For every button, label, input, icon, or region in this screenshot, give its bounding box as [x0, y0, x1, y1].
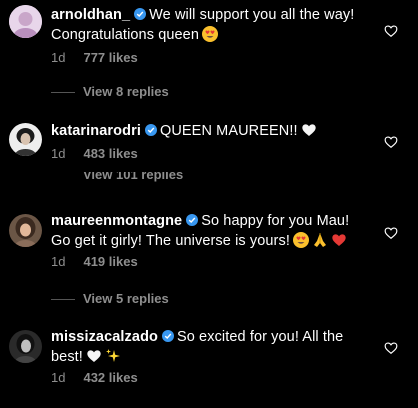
comment-text: maureenmontagne So happy for you Mau! Go …: [51, 211, 371, 251]
sparkles-emoji-icon: [105, 349, 120, 362]
avatar[interactable]: [9, 123, 42, 156]
username[interactable]: maureenmontagne: [51, 213, 182, 229]
likes-count[interactable]: 419 likes: [83, 254, 137, 269]
avatar[interactable]: [9, 5, 42, 38]
heart-outline-icon[interactable]: [384, 24, 398, 38]
timestamp: 1d: [51, 50, 66, 65]
comment-meta: 1d 419 likes: [51, 254, 138, 269]
avatar[interactable]: [9, 330, 42, 363]
comment-meta: 1d 432 likes: [51, 370, 138, 385]
heart-outline-icon[interactable]: [384, 135, 398, 149]
comment-body: QUEEN MAUREEN!!: [159, 123, 298, 139]
comment-text: missizacalzado So excited for you! All th…: [51, 327, 371, 367]
view-replies-button[interactable]: View 8 replies: [51, 84, 169, 99]
comment-text: katarinarodri QUEEN MAUREEN!!: [51, 121, 371, 141]
verified-badge-icon: [134, 8, 147, 20]
view-replies-label[interactable]: View 5 replies: [83, 291, 169, 306]
comment-meta: 1d 483 likes: [51, 146, 138, 161]
username[interactable]: katarinarodri: [51, 123, 141, 139]
heart-eyes-emoji-icon: [292, 232, 309, 248]
likes-count[interactable]: 777 likes: [83, 50, 137, 65]
view-replies-button[interactable]: View 101 replies: [51, 172, 183, 184]
username[interactable]: missizacalzado: [51, 329, 158, 345]
divider-line: [51, 92, 75, 94]
white-heart-emoji-icon: [301, 124, 316, 136]
verified-badge-icon: [186, 214, 199, 226]
red-heart-emoji-icon: [332, 234, 346, 246]
divider-line: [51, 299, 75, 301]
timestamp: 1d: [51, 146, 66, 161]
heart-eyes-emoji-icon: [202, 26, 219, 42]
heart-outline-icon[interactable]: [384, 341, 398, 355]
username[interactable]: arnoldhan_: [51, 7, 130, 23]
heart-outline-icon[interactable]: [384, 226, 398, 240]
view-replies-button[interactable]: View 5 replies: [51, 291, 169, 306]
likes-count[interactable]: 483 likes: [83, 146, 137, 161]
timestamp: 1d: [51, 370, 66, 385]
folded-hands-emoji-icon: [313, 233, 326, 247]
view-replies-label[interactable]: View 101 replies: [83, 172, 183, 182]
verified-badge-icon: [161, 330, 174, 342]
comment-meta: 1d 777 likes: [51, 50, 138, 65]
avatar[interactable]: [9, 214, 42, 247]
view-replies-label[interactable]: View 8 replies: [83, 84, 169, 99]
white-heart-emoji-icon: [87, 350, 101, 362]
comment-text: arnoldhan_ We will support you all the wa…: [51, 5, 371, 45]
verified-badge-icon: [144, 124, 157, 136]
likes-count[interactable]: 432 likes: [83, 370, 137, 385]
timestamp: 1d: [51, 254, 66, 269]
